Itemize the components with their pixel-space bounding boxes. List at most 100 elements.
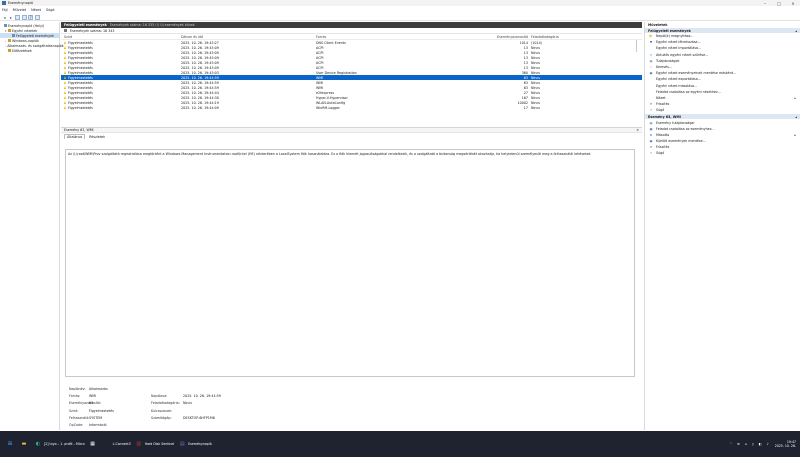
minimize-button[interactable]: – [758,0,772,6]
table-row[interactable]: Figyelmeztetés 2025. 10. 26. 19:44:59 WMI 6… [61,85,642,90]
show-hide-tree-icon[interactable] [15,14,20,20]
level-label: Szint: [69,408,79,413]
column-event-id[interactable]: Eseményazonosító [491,35,531,39]
menu-action[interactable]: Művelet [13,8,27,12]
window-controls: – □ × [758,0,800,6]
event-message-box[interactable]: Az \\.\root\WMI\Prov szolgáltató regiszt… [65,149,635,377]
ms-store-button[interactable]: ▦ [89,439,99,449]
table-cell: Figyelmeztetés [61,51,181,55]
column-datetime[interactable]: Dátum és idő [181,35,316,39]
column-level[interactable]: Szint [61,35,181,39]
event-properties: Naplónév: Alkalmazás Forrás: WMI Naplózv… [69,385,369,429]
table-cell: Nincs [531,90,541,95]
refresh-icon: ⟳ [649,145,653,150]
back-icon[interactable]: ◂ [2,15,7,20]
table-row[interactable]: Figyelmeztetés 2025. 10. 26. 19:44:19 WLAN… [61,100,642,105]
collapse-icon[interactable]: ▴ [795,29,797,33]
show-hide-actions-icon[interactable] [34,14,40,20]
tree-node-label: Windows-naplók [12,38,39,43]
table-cell: 13 [523,45,528,50]
action-label: Súgó [656,151,665,156]
collapse-icon[interactable]: ▴ [795,115,797,119]
table-cell: Nincs [531,95,541,100]
level-text: Figyelmeztetés [68,60,93,65]
details-close-button[interactable]: × [636,128,639,132]
maximize-button[interactable]: □ [772,0,786,6]
table-row[interactable]: Figyelmeztetés 2025. 10. 26. 19:45:09 ACPI… [61,55,642,60]
table-row[interactable]: Figyelmeztetés 2025. 10. 26. 19:44:44 e2fe… [61,90,642,95]
filter-clear-icon: ▽ [649,52,653,57]
level-text: Figyelmeztetés [68,90,93,95]
table-row[interactable]: Figyelmeztetés 2025. 10. 26. 19:45:09 ACPI… [61,65,642,70]
tree-node[interactable]: Előfizetések [0,48,59,53]
column-source[interactable]: Forrás [316,35,491,39]
warning-icon [64,46,66,49]
table-cell: 2025. 10. 26. 19:45:09 [181,60,219,65]
table-cell: DNS Client Events [316,40,346,45]
taskbar-label: Hard Disk Sentinel [144,442,175,446]
file-explorer-button[interactable]: ▬ [20,439,30,449]
action-label: Napló(k) megnyitása... [656,34,694,39]
action-item[interactable]: ? Súgó [645,150,800,156]
event-id-value: 63 [89,401,94,406]
column-task-category[interactable]: Feladatkategória [531,35,591,39]
table-row[interactable]: Figyelmeztetés 2025. 10. 26. 19:45:09 ACPI… [61,50,642,55]
table-cell: Nincs [531,65,541,70]
tray-icon[interactable]: ⌃ [730,442,733,446]
tray-icon[interactable]: ⊕ [737,442,740,446]
table-cell: 2025. 10. 26. 19:44:44 [181,90,219,95]
table-row[interactable]: Figyelmeztetés 2025. 10. 26. 19:45:03 User… [61,70,642,75]
properties-icon[interactable] [21,14,27,20]
forward-icon[interactable]: ▸ [9,15,14,20]
action-item[interactable]: ? Súgó [645,107,800,113]
level-text: Figyelmeztetés [68,65,93,70]
events-grid[interactable]: Szint Dátum és idő Forrás Eseményazonosí… [61,34,642,127]
level-text: Figyelmeztetés [68,40,93,45]
action-label: Kijelölt események mentése... [656,139,706,144]
table-cell: 2025. 10. 26. 19:44:30 [181,95,219,100]
tab-general[interactable]: Általános [64,134,86,139]
hard-disk-sentinel-button[interactable]: ▥ Hard Disk Sentinel [135,439,175,449]
table-cell: 2025. 10. 26. 19:45:03 [181,70,219,75]
warning-icon [64,101,66,104]
table-row[interactable]: Figyelmeztetés 2025. 10. 26. 19:44:30 Hype… [61,95,642,100]
export-icon [649,77,653,81]
tray-icon[interactable]: ⌂ [745,442,747,446]
tree-node[interactable]: › Alkalmazás- és szolgáltatásnaplók [0,43,64,48]
table-row[interactable]: Figyelmeztetés 2025. 10. 26. 19:44:59 WMI 6… [61,75,642,80]
refresh-icon: ⟳ [649,102,653,107]
tray-icon[interactable]: ◧ [759,442,762,446]
level-value: Figyelmeztetés [89,408,114,413]
help-icon[interactable]: ? [28,14,33,20]
table-cell: Nincs [531,85,541,90]
start-button[interactable]: ⊞ [6,439,16,449]
table-cell: Figyelmeztetés [61,61,181,65]
title-bar: Eseménynapló – □ × [0,0,800,6]
table-row[interactable]: Figyelmeztetés 2025. 10. 26. 19:45:09 ACPI… [61,60,642,65]
source-value: WMI [89,393,97,398]
menu-help[interactable]: Súgó [46,8,55,12]
attach-task-icon [649,90,653,94]
clock[interactable]: 19:47 2025. 10. 26. [775,440,796,448]
table-cell: Figyelmeztetés [61,76,181,80]
event-viewer-button[interactable]: ▤ Eseménynapló [178,439,212,449]
log-name-label: Naplónév: [69,386,86,391]
table-cell: Nincs [531,45,541,50]
taskbar: ⊞ ▬ ◐ [2] tuyo – 1. profil – Micro ▦ ▮ L-Conne… [0,431,800,457]
grid-scrollbar[interactable] [635,40,637,52]
tray-icon[interactable]: ♪ [767,442,769,446]
table-row[interactable]: Figyelmeztetés 2025. 10. 26. 19:45:09 ACPI… [61,45,642,50]
table-row[interactable]: Figyelmeztetés 2025. 10. 26. 19:44:09 WinR… [61,105,642,110]
lconnect3-button[interactable]: ▮ L-Connect3 [103,439,130,449]
table-row[interactable]: Figyelmeztetés 2025. 10. 26. 19:45:27 DNS … [61,40,642,45]
menu-file[interactable]: Fájl [2,8,8,12]
tab-details[interactable]: Részletek [87,134,107,139]
table-row[interactable]: Figyelmeztetés 2025. 10. 26. 19:44:59 WMI 6… [61,80,642,85]
menu-view[interactable]: Nézet [31,8,41,12]
expand-icon[interactable]: › [5,44,6,48]
tray-icon[interactable]: ▯ [752,442,754,446]
table-cell: Figyelmeztetés [61,71,181,75]
close-button[interactable]: × [786,0,800,6]
edge-button[interactable]: ◐ [2] tuyo – 1. profil – Micro [34,439,85,449]
action-label: Aktuális egyéni nézet szűrése... [656,52,709,57]
